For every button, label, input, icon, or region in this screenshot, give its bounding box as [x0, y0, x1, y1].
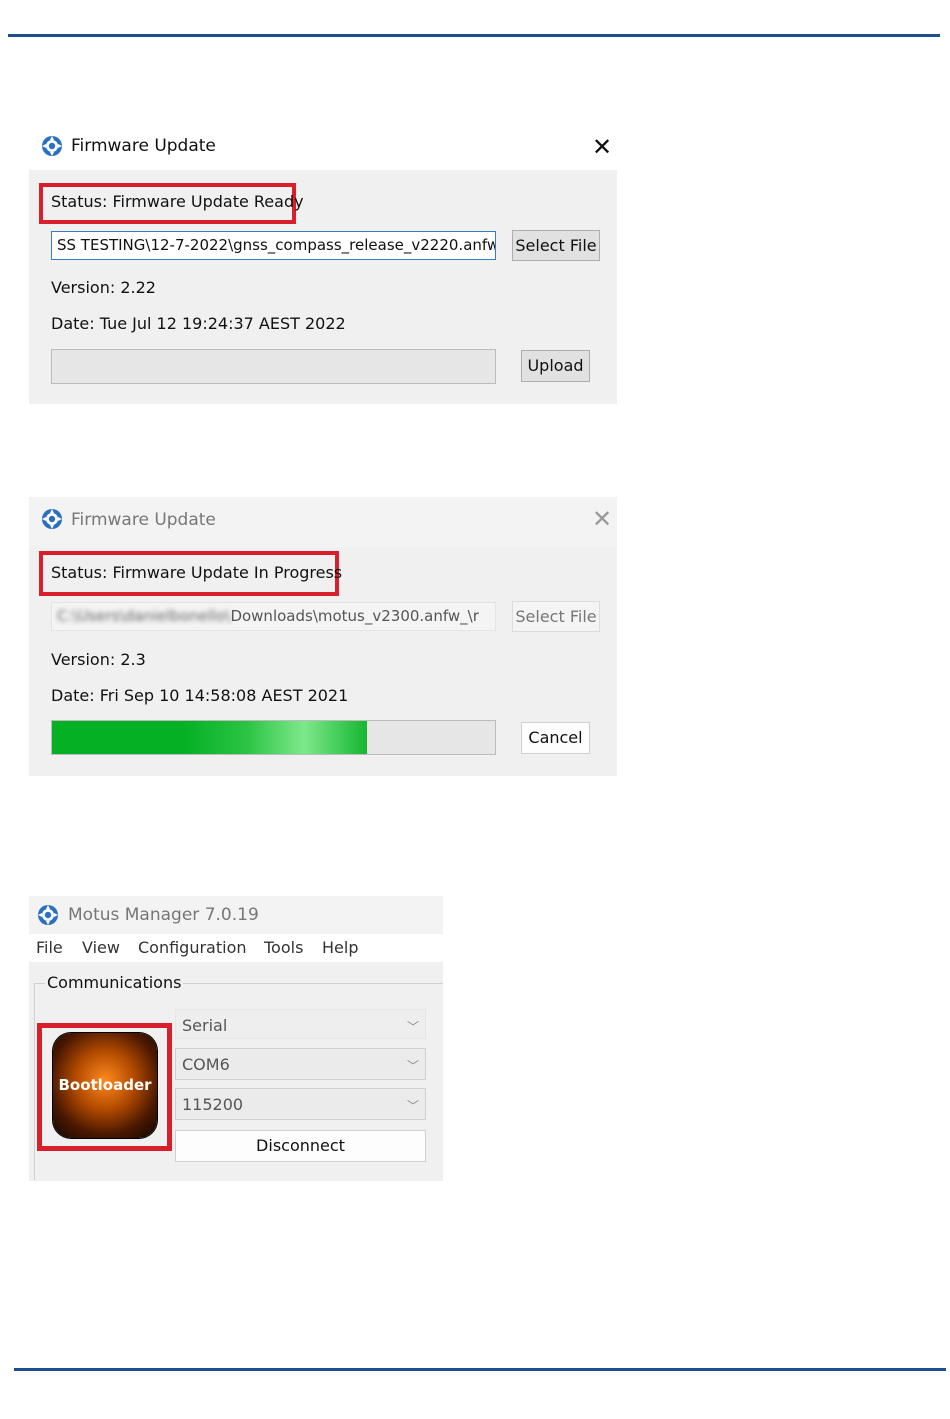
upload-button[interactable]: Upload — [521, 350, 590, 382]
blurred-path-prefix: C:\Users\danielbonello\ — [57, 607, 231, 625]
title-bar: Firmware Update ✕ — [29, 120, 617, 170]
chevron-down-icon: ﹀ — [406, 1020, 419, 1034]
close-icon[interactable]: ✕ — [592, 507, 612, 531]
connection-type-select[interactable]: Serial ﹀ — [175, 1009, 426, 1039]
date-label: Date: Fri Sep 10 14:58:08 AEST 2021 — [51, 686, 349, 705]
version-label: Version: 2.3 — [51, 650, 146, 669]
progress-fill — [52, 721, 367, 754]
header-rule — [8, 34, 940, 37]
dialog-title: Firmware Update — [71, 510, 216, 530]
baud-rate-value: 115200 — [182, 1095, 244, 1114]
title-bar: Firmware Update ✕ — [29, 497, 617, 547]
chevron-down-icon: ﹀ — [406, 1059, 419, 1073]
menu-configuration[interactable]: Configuration — [138, 938, 247, 957]
footer-rule — [14, 1368, 946, 1371]
window-title: Motus Manager 7.0.19 — [68, 905, 259, 925]
bootloader-button[interactable]: Bootloader — [53, 1033, 157, 1138]
firmware-path-input[interactable]: C:\Users\danielbonello\Downloads\motus_v… — [51, 602, 496, 631]
menu-file[interactable]: File — [36, 938, 63, 957]
bootloader-label: Bootloader — [58, 1076, 152, 1094]
menu-help[interactable]: Help — [322, 938, 358, 957]
connection-type-value: Serial — [182, 1016, 228, 1035]
version-label: Version: 2.22 — [51, 278, 156, 297]
progress-bar — [51, 720, 496, 755]
baud-rate-select[interactable]: 115200 ﹀ — [175, 1088, 426, 1120]
app-logo-icon — [42, 136, 62, 156]
select-file-button[interactable]: Select File — [512, 601, 600, 632]
select-file-button[interactable]: Select File — [512, 230, 600, 261]
motus-manager-window: Motus Manager 7.0.19 File View Configura… — [29, 896, 443, 1181]
close-icon[interactable]: ✕ — [592, 135, 612, 159]
progress-bar — [51, 349, 496, 384]
cancel-button[interactable]: Cancel — [521, 722, 590, 754]
menu-tools[interactable]: Tools — [264, 938, 303, 957]
firmware-update-dialog-in-progress: Firmware Update ✕ Status: Firmware Updat… — [29, 497, 617, 776]
dialog-title: Firmware Update — [71, 136, 216, 156]
disconnect-button[interactable]: Disconnect — [175, 1130, 426, 1162]
menu-view[interactable]: View — [82, 938, 120, 957]
com-port-select[interactable]: COM6 ﹀ — [175, 1048, 426, 1080]
status-label: Status: Firmware Update In Progress — [51, 563, 343, 582]
com-port-value: COM6 — [182, 1055, 230, 1074]
path-text: Downloads\motus_v2300.anfw_\r — [230, 607, 479, 625]
app-logo-icon — [42, 509, 62, 529]
status-label: Status: Firmware Update Ready — [51, 192, 304, 211]
chevron-down-icon: ﹀ — [406, 1099, 419, 1113]
firmware-path-input[interactable]: SS TESTING\12-7-2022\gnss_compass_releas… — [51, 231, 496, 260]
firmware-update-dialog-ready: Firmware Update ✕ Status: Firmware Updat… — [29, 120, 617, 404]
communications-label: Communications — [45, 973, 184, 992]
app-logo-icon — [38, 905, 58, 925]
date-label: Date: Tue Jul 12 19:24:37 AEST 2022 — [51, 314, 346, 333]
menu-bar: File View Configuration Tools Help — [29, 934, 443, 962]
title-bar: Motus Manager 7.0.19 — [29, 896, 443, 934]
